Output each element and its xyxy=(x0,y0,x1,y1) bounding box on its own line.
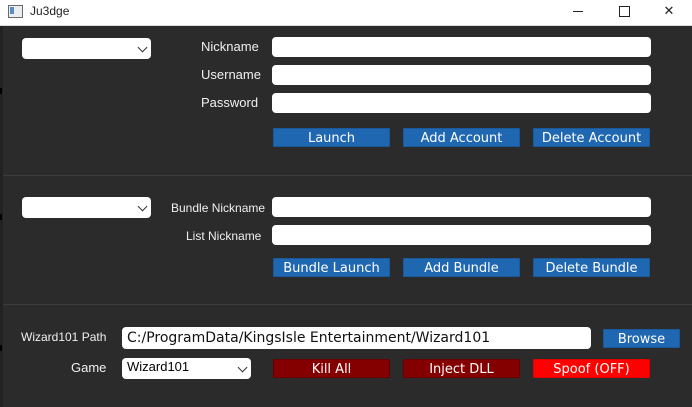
game-select[interactable]: Wizard101 xyxy=(122,358,251,379)
bundle-select[interactable] xyxy=(22,197,151,218)
password-label: Password xyxy=(201,95,259,110)
account-select[interactable] xyxy=(22,38,151,59)
delete-bundle-button[interactable]: Delete Bundle xyxy=(533,258,650,277)
chevron-down-icon xyxy=(137,201,148,212)
game-select-value: Wizard101 xyxy=(127,359,190,374)
list-nickname-label: List Nickname xyxy=(186,229,262,243)
add-bundle-button[interactable]: Add Bundle xyxy=(403,258,520,277)
bundle-nickname-input[interactable] xyxy=(272,197,651,217)
inject-dll-button[interactable]: Inject DLL xyxy=(403,359,520,378)
chevron-down-icon xyxy=(237,362,248,373)
username-label: Username xyxy=(201,67,261,82)
browse-button[interactable]: Browse xyxy=(603,329,680,348)
bundle-nickname-label: Bundle Nickname xyxy=(171,201,266,215)
chevron-down-icon xyxy=(137,42,148,53)
close-icon: ✕ xyxy=(663,4,675,19)
delete-account-button[interactable]: Delete Account xyxy=(533,128,650,147)
maximize-icon xyxy=(619,6,630,17)
game-label: Game xyxy=(71,360,107,375)
close-button[interactable]: ✕ xyxy=(646,0,692,25)
edge-marker xyxy=(0,214,2,220)
window-title: Ju3dge xyxy=(30,4,70,18)
kill-all-button[interactable]: Kill All xyxy=(273,359,390,378)
section-divider xyxy=(3,175,692,176)
spoof-toggle-button[interactable]: Spoof (OFF) xyxy=(533,359,650,378)
section-divider xyxy=(3,304,692,305)
minimize-icon xyxy=(573,11,583,12)
edge-marker xyxy=(0,88,2,94)
app-window-icon xyxy=(8,5,23,18)
minimize-button[interactable] xyxy=(555,0,601,25)
title-bar: Ju3dge ✕ xyxy=(0,0,692,26)
username-input[interactable] xyxy=(272,65,651,85)
list-nickname-input[interactable] xyxy=(272,225,651,245)
nickname-input[interactable] xyxy=(272,37,651,57)
bundle-launch-button[interactable]: Bundle Launch xyxy=(273,258,390,277)
path-label: Wizard101 Path xyxy=(21,330,107,344)
maximize-button[interactable] xyxy=(601,0,647,25)
path-input[interactable] xyxy=(122,327,591,349)
edge-marker xyxy=(0,345,2,351)
add-account-button[interactable]: Add Account xyxy=(403,128,520,147)
launch-button[interactable]: Launch xyxy=(273,128,390,147)
password-input[interactable] xyxy=(272,93,651,113)
nickname-label: Nickname xyxy=(201,39,259,54)
